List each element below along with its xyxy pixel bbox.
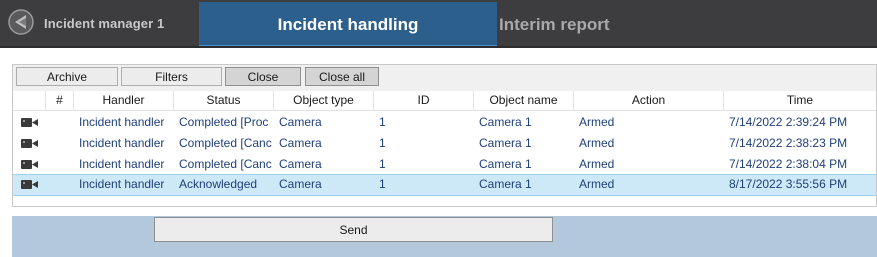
filters-button[interactable]: Filters — [121, 67, 222, 86]
cell-time: 7/14/2022 2:38:04 PM — [729, 157, 848, 171]
cell-handler: Incident handler — [79, 157, 165, 171]
camera-icon — [21, 160, 38, 169]
camera-icon — [21, 180, 38, 189]
cell-object-type: Camera — [279, 177, 322, 191]
cell-id: 1 — [379, 115, 386, 129]
cell-object-type: Camera — [279, 115, 322, 129]
cell-id: 1 — [379, 136, 386, 150]
cell-time: 7/14/2022 2:39:24 PM — [729, 115, 848, 129]
table-row[interactable]: Incident handler Completed [Canc Camera 1 Ca… — [13, 133, 876, 154]
column-header-icon — [13, 91, 46, 110]
app-title: Incident manager 1 — [44, 16, 165, 31]
column-header-action[interactable]: Action — [574, 91, 724, 110]
table-row[interactable]: Incident handler Completed [Canc Camera 1 Ca… — [13, 154, 876, 175]
tab-interim-report[interactable]: Interim report — [499, 2, 649, 46]
cell-action: Armed — [579, 177, 615, 191]
column-header-time[interactable]: Time — [724, 91, 876, 110]
cell-time: 7/14/2022 2:38:23 PM — [729, 136, 848, 150]
close-all-button[interactable]: Close all — [305, 67, 379, 86]
cell-handler: Incident handler — [79, 177, 165, 191]
cell-time: 8/17/2022 3:55:56 PM — [729, 177, 848, 191]
column-header-handler[interactable]: Handler — [74, 91, 174, 110]
cell-object-name: Camera 1 — [479, 136, 532, 150]
cell-object-name: Camera 1 — [479, 177, 532, 191]
cell-status: Completed [Proc — [179, 115, 269, 129]
cell-id: 1 — [379, 177, 386, 191]
cell-action: Armed — [579, 157, 615, 171]
cell-status: Completed [Canc — [179, 136, 272, 150]
cell-handler: Incident handler — [79, 115, 165, 129]
column-header-id[interactable]: ID — [374, 91, 474, 110]
send-button[interactable]: Send — [154, 217, 553, 242]
cell-id: 1 — [379, 157, 386, 171]
cell-object-type: Camera — [279, 136, 322, 150]
cell-action: Armed — [579, 115, 615, 129]
column-header-object-name[interactable]: Object name — [474, 91, 574, 110]
table-row[interactable]: Incident handler Acknowledged Camera 1 Camer… — [13, 174, 876, 196]
camera-icon — [21, 118, 38, 127]
tab-incident-handling[interactable]: Incident handling — [199, 2, 497, 48]
camera-icon — [21, 139, 38, 148]
column-header-status[interactable]: Status — [174, 91, 274, 110]
app-logo-icon — [8, 9, 34, 35]
archive-button[interactable]: Archive — [16, 67, 118, 86]
column-header-number[interactable]: # — [46, 91, 74, 110]
cell-status: Acknowledged — [179, 177, 258, 191]
cell-handler: Incident handler — [79, 136, 165, 150]
table-row[interactable]: Incident handler Completed [Proc Camera 1 Ca… — [13, 112, 876, 133]
cell-object-name: Camera 1 — [479, 157, 532, 171]
cell-object-type: Camera — [279, 157, 322, 171]
panel-toolbar: Archive Filters Close Close all — [13, 65, 876, 92]
column-header-object-type[interactable]: Object type — [274, 91, 374, 110]
cell-object-name: Camera 1 — [479, 115, 532, 129]
table-header: # Handler Status Object type ID Object n… — [13, 91, 876, 111]
cell-action: Armed — [579, 136, 615, 150]
close-button[interactable]: Close — [225, 67, 301, 86]
top-bar: Incident manager 1 Incident handling Int… — [0, 0, 877, 48]
top-bar-divider — [0, 46, 877, 48]
cell-status: Completed [Canc — [179, 157, 272, 171]
incident-panel: Archive Filters Close Close all # Handle… — [12, 64, 877, 207]
